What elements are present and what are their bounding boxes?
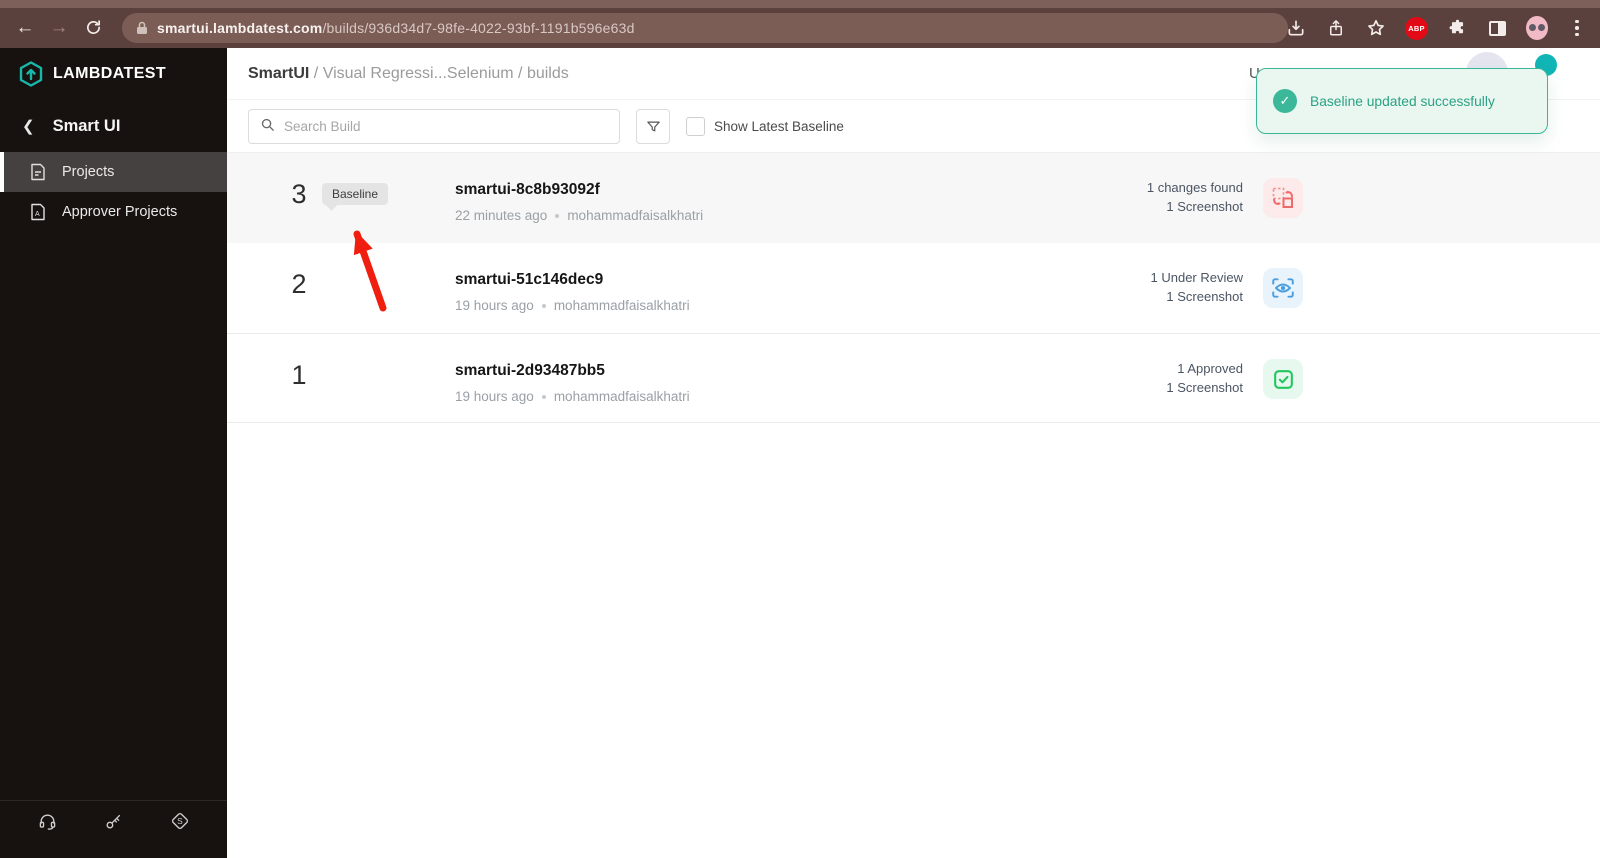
build-name-link[interactable]: smartui-2d93487bb5 xyxy=(455,362,605,380)
build-meta: 22 minutes ago mohammadfaisalkhatri xyxy=(455,208,703,223)
reload-icon[interactable] xyxy=(76,17,110,39)
toast-baseline-updated: ✓ Baseline updated successfully xyxy=(1256,68,1548,134)
side-panel-icon[interactable] xyxy=(1486,17,1508,39)
svg-text:S: S xyxy=(177,816,183,826)
status-line-2: 1 Screenshot xyxy=(1166,380,1243,395)
extensions-puzzle-icon[interactable] xyxy=(1446,17,1468,39)
sidebar-item-approver-projects[interactable]: A Approver Projects xyxy=(0,192,227,232)
sidebar-footer: S xyxy=(0,800,227,841)
url-domain: smartui.lambdatest.com xyxy=(157,20,323,36)
under-review-eye-icon[interactable] xyxy=(1263,268,1303,308)
sidebar-back-smartui[interactable]: ❮ Smart UI xyxy=(0,100,227,152)
meta-separator-dot xyxy=(541,303,546,308)
search-build-box[interactable] xyxy=(248,109,620,144)
browser-menu-icon[interactable] xyxy=(1566,17,1588,39)
section-title: Smart UI xyxy=(52,116,121,135)
share-icon[interactable] xyxy=(1325,17,1347,39)
search-build-input[interactable] xyxy=(284,119,608,134)
support-headset-icon[interactable] xyxy=(38,812,57,831)
build-name-link[interactable]: smartui-51c146dec9 xyxy=(455,271,603,289)
browser-actions: ABP xyxy=(1285,8,1592,48)
lambdatest-logo[interactable]: LAMBDATEST xyxy=(0,48,227,100)
bookmark-star-icon[interactable] xyxy=(1365,17,1387,39)
build-author: mohammadfaisalkhatri xyxy=(553,298,690,313)
build-number: 1 xyxy=(291,360,307,390)
funnel-icon xyxy=(646,121,660,132)
build-time: 19 hours ago xyxy=(455,389,534,404)
meta-separator-dot xyxy=(541,394,546,399)
build-row-3[interactable]: 3 Baseline smartui-8c8b93092f 22 minutes… xyxy=(227,153,1600,243)
success-check-icon: ✓ xyxy=(1273,89,1297,113)
url-path: /builds/936d34d7-98fe-4022-93bf-1191b596… xyxy=(322,20,635,36)
build-row-2[interactable]: 2 smartui-51c146dec9 19 hours ago mohamm… xyxy=(227,243,1600,333)
document-icon xyxy=(30,163,46,181)
breadcrumb-rest: / Visual Regressi...Selenium / builds xyxy=(309,64,569,82)
breadcrumb: SmartUI / Visual Regressi...Selenium / b… xyxy=(248,65,569,83)
build-meta: 19 hours ago mohammadfaisalkhatri xyxy=(455,389,690,404)
toast-message: Baseline updated successfully xyxy=(1310,93,1495,109)
build-name-link[interactable]: smartui-8c8b93092f xyxy=(455,181,600,199)
build-author: mohammadfaisalkhatri xyxy=(553,389,690,404)
build-author: mohammadfaisalkhatri xyxy=(567,208,704,223)
status-line-1: 1 Under Review xyxy=(1150,270,1244,285)
switch-s-icon[interactable]: S xyxy=(170,811,190,831)
lambdatest-logo-icon xyxy=(19,61,43,87)
access-key-icon[interactable] xyxy=(104,812,123,831)
sidebar-item-projects[interactable]: Projects xyxy=(0,152,227,192)
build-row-1[interactable]: 1 smartui-2d93487bb5 19 hours ago mohamm… xyxy=(227,333,1600,423)
show-latest-baseline-checkbox[interactable] xyxy=(686,117,705,136)
approved-check-icon[interactable] xyxy=(1263,359,1303,399)
baseline-badge: Baseline xyxy=(322,183,389,205)
build-meta: 19 hours ago mohammadfaisalkhatri xyxy=(455,298,690,313)
status-line-2: 1 Screenshot xyxy=(1166,199,1243,214)
filter-button[interactable] xyxy=(636,109,670,144)
main-content: SmartUI / Visual Regressi...Selenium / b… xyxy=(227,48,1600,858)
adblock-abp-icon[interactable]: ABP xyxy=(1405,16,1428,40)
address-bar[interactable]: smartui.lambdatest.com/builds/936d34d7-9… xyxy=(122,13,1288,43)
svg-text:A: A xyxy=(35,211,40,218)
page: ← → smartui.lambdatest.com/builds/936d34… xyxy=(0,0,1600,858)
build-status: 1 Under Review 1 Screenshot xyxy=(1151,268,1244,306)
build-time: 19 hours ago xyxy=(455,298,534,313)
build-status: 1 changes found 1 Screenshot xyxy=(1147,178,1243,216)
show-latest-baseline-label: Show Latest Baseline xyxy=(714,119,844,134)
document-user-icon: A xyxy=(30,203,46,221)
build-status: 1 Approved 1 Screenshot xyxy=(1166,359,1243,397)
download-icon[interactable] xyxy=(1285,17,1307,39)
status-line-1: 1 Approved xyxy=(1177,361,1243,376)
status-line-1: 1 changes found xyxy=(1146,180,1243,195)
breadcrumb-smartui[interactable]: SmartUI xyxy=(248,65,309,82)
sidebar: LAMBDATEST ❮ Smart UI Projects A Approve… xyxy=(0,48,227,858)
back-icon[interactable]: ← xyxy=(8,17,42,39)
build-number: 2 xyxy=(291,269,307,299)
changes-found-icon[interactable] xyxy=(1263,178,1303,218)
search-icon xyxy=(260,117,275,137)
build-number: 3 xyxy=(291,179,307,209)
chevron-left-icon: ❮ xyxy=(22,118,35,135)
ssl-lock-icon[interactable] xyxy=(136,21,148,35)
build-list: 3 Baseline smartui-8c8b93092f 22 minutes… xyxy=(227,152,1600,423)
status-line-2: 1 Screenshot xyxy=(1166,289,1243,304)
meta-separator-dot xyxy=(555,213,560,218)
forward-icon[interactable]: → xyxy=(42,17,76,39)
build-time: 22 minutes ago xyxy=(455,208,548,223)
browser-chrome: ← → smartui.lambdatest.com/builds/936d34… xyxy=(0,0,1600,48)
profile-avatar[interactable] xyxy=(1526,16,1548,40)
logo-wordmark: LAMBDATEST xyxy=(53,65,167,82)
tab-strip xyxy=(0,0,1600,8)
